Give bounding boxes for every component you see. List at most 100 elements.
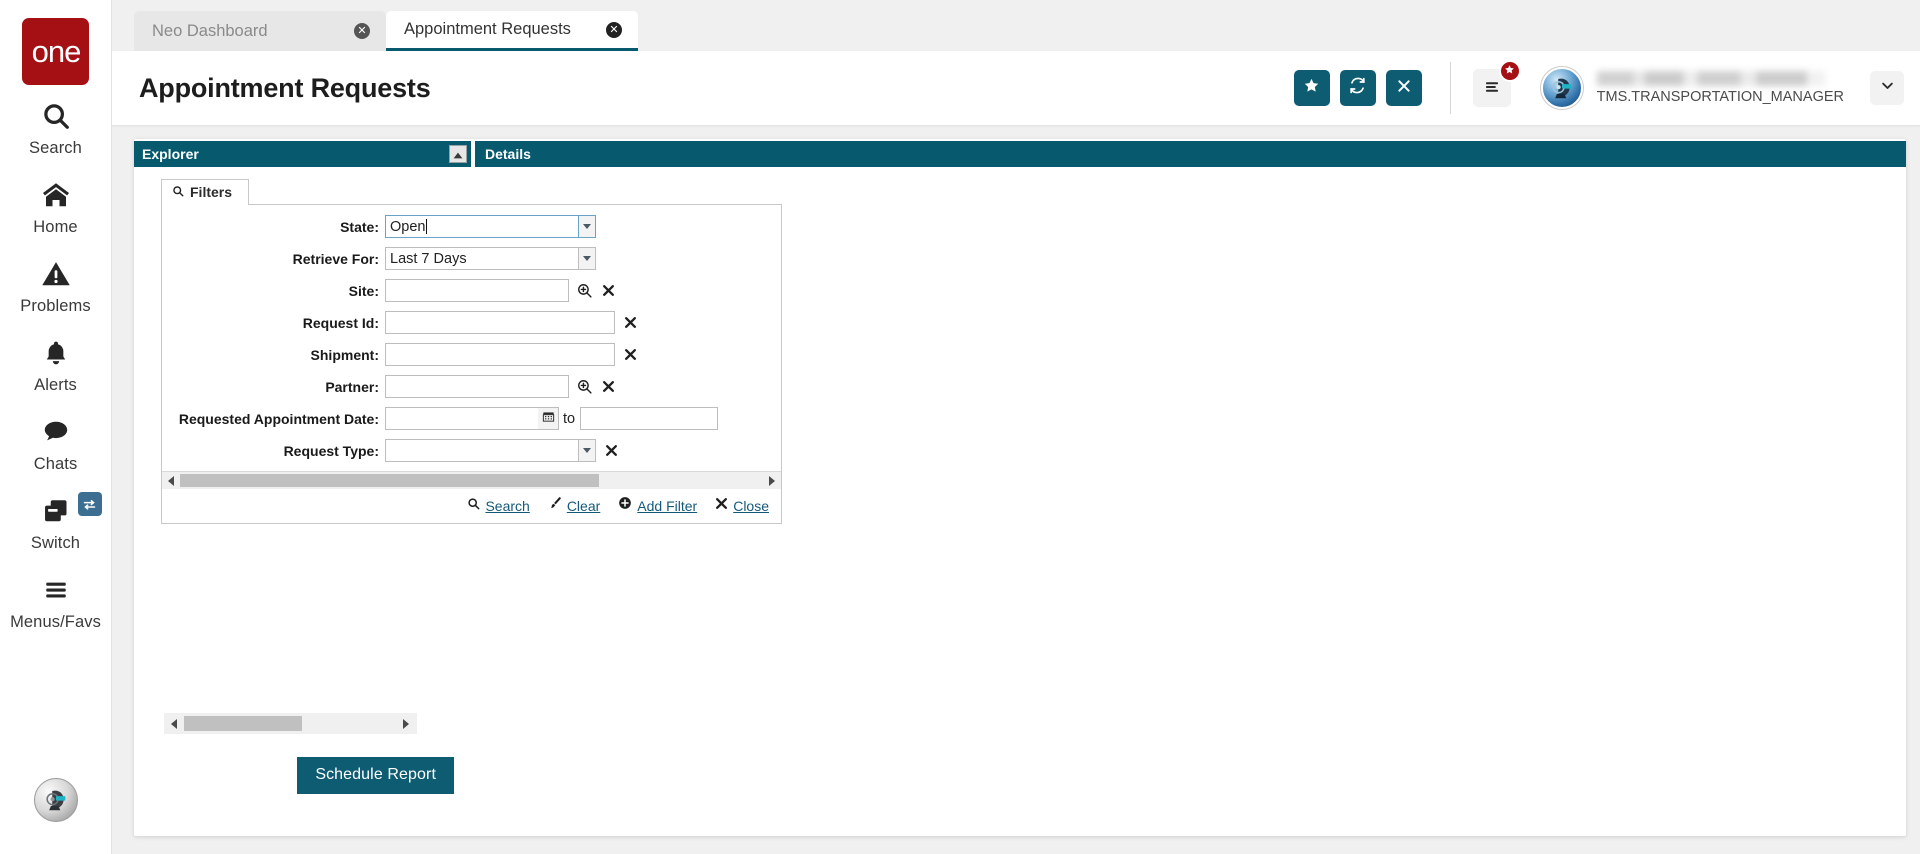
filters-area: Filters State: Open Retrieve For: Last 7… — [134, 167, 1906, 524]
close-button[interactable] — [1385, 70, 1422, 106]
rail-user-avatar[interactable] — [33, 778, 78, 822]
filter-label-site: Site: — [348, 282, 379, 299]
filter-row-request-type: Request Type: — [162, 439, 781, 462]
tab-label: Appointment Requests — [404, 20, 571, 38]
scroll-right-arrow[interactable] — [395, 718, 417, 729]
sidebar-item-menus-favs[interactable]: Menus/Favs — [0, 559, 112, 638]
sidebar-item-home[interactable]: Home — [0, 164, 112, 243]
filters-clear-label: Clear — [566, 497, 601, 514]
swap-arrows-icon[interactable] — [77, 492, 102, 516]
site-lookup-button[interactable] — [576, 282, 593, 299]
partner-input[interactable] — [385, 375, 569, 398]
one-network-logo[interactable]: one — [22, 18, 89, 85]
explorer-horizontal-scrollbar[interactable] — [164, 713, 417, 734]
sidebar-item-label: Chats — [33, 455, 78, 473]
chevron-down-icon — [583, 256, 591, 261]
sidebar-item-switch[interactable]: Switch — [0, 480, 112, 559]
retrieve-for-dropdown-toggle[interactable] — [578, 247, 596, 270]
filters-panel: State: Open Retrieve For: Last 7 Days Si… — [161, 204, 782, 524]
tab-label: Neo Dashboard — [152, 21, 268, 40]
retrieve-for-input[interactable]: Last 7 Days — [385, 247, 578, 270]
date-to-input[interactable] — [580, 407, 719, 430]
state-input[interactable]: Open — [385, 215, 578, 238]
user-text-block: TMS.TRANSPORTATION_MANAGER — [1596, 71, 1844, 105]
filters-clear-link[interactable]: Clear — [548, 496, 600, 515]
scroll-left-arrow[interactable] — [162, 472, 180, 490]
hamburger-icon — [36, 573, 76, 607]
explorer-title: Explorer — [142, 146, 199, 162]
filter-label-request-id: Request Id: — [302, 314, 379, 331]
filter-control-partner — [385, 375, 615, 398]
filters-add-filter-link[interactable]: Add Filter — [618, 496, 697, 515]
scroll-right-arrow[interactable] — [763, 472, 781, 490]
date-from-calendar-button[interactable] — [538, 407, 559, 430]
date-from-input[interactable] — [385, 407, 538, 430]
filter-row-partner: Partner: — [162, 375, 781, 398]
tab-filters[interactable]: Filters — [161, 179, 250, 205]
shipment-clear-button[interactable] — [624, 348, 637, 361]
user-company-redacted — [1596, 71, 1825, 86]
scroll-left-arrow[interactable] — [164, 718, 184, 729]
robot-head-avatar-icon — [1552, 78, 1572, 99]
filters-horizontal-scrollbar[interactable] — [162, 471, 781, 489]
refresh-button[interactable] — [1339, 70, 1376, 106]
caret-up-icon — [453, 146, 463, 162]
request-type-clear-button[interactable] — [605, 444, 618, 457]
sidebar-item-label: Menus/Favs — [10, 613, 101, 631]
filter-control-shipment — [385, 343, 637, 366]
browser-tab-strip: Neo Dashboard ✕ Appointment Requests ✕ — [112, 0, 1920, 51]
user-account-area[interactable]: TMS.TRANSPORTATION_MANAGER — [1540, 67, 1920, 109]
site-clear-button[interactable] — [602, 284, 615, 297]
search-icon — [467, 497, 480, 515]
x-icon — [715, 497, 728, 515]
main-stage: Neo Dashboard ✕ Appointment Requests ✕ A… — [112, 0, 1920, 854]
schedule-report-button[interactable]: Schedule Report — [297, 757, 454, 794]
windows-stack-icon — [36, 494, 76, 528]
filter-row-shipment: Shipment: — [162, 343, 781, 366]
filter-label-request-type: Request Type: — [283, 442, 379, 459]
request-id-input[interactable] — [385, 311, 615, 334]
request-type-dropdown-toggle[interactable] — [578, 439, 596, 462]
close-circle-icon[interactable]: ✕ — [606, 21, 622, 38]
sidebar-item-label: Search — [29, 139, 82, 157]
partner-clear-button[interactable] — [602, 380, 615, 393]
shipment-input[interactable] — [385, 343, 615, 366]
header-action-buttons — [1293, 70, 1422, 106]
scrollbar-thumb[interactable] — [180, 474, 599, 487]
sidebar-item-alerts[interactable]: Alerts — [0, 322, 112, 401]
filter-row-request-id: Request Id: — [162, 311, 781, 334]
filter-row-retrieve-for: Retrieve For: Last 7 Days — [162, 247, 781, 270]
svg-text:one: one — [31, 35, 80, 69]
close-circle-icon[interactable]: ✕ — [354, 23, 370, 39]
schedule-report-area: Schedule Report — [164, 757, 454, 794]
favorite-button[interactable] — [1293, 70, 1330, 106]
request-id-clear-button[interactable] — [624, 316, 637, 329]
tab-appointment-requests[interactable]: Appointment Requests ✕ — [386, 11, 638, 51]
request-type-input[interactable] — [385, 439, 578, 462]
sidebar-item-chats[interactable]: Chats — [0, 401, 112, 480]
request-type-select[interactable] — [385, 439, 596, 462]
user-menu-toggle[interactable] — [1870, 71, 1904, 105]
date-range-separator: to — [563, 410, 576, 427]
site-input[interactable] — [385, 279, 569, 302]
explorer-panel-header: Explorer — [134, 141, 471, 167]
header-menu-button[interactable] — [1472, 60, 1521, 107]
partner-lookup-button[interactable] — [576, 378, 593, 395]
explorer-collapse-button[interactable] — [449, 145, 467, 163]
text-caret — [426, 219, 428, 234]
filter-control-request-id — [385, 311, 637, 334]
filters-search-link[interactable]: Search — [467, 497, 530, 515]
tab-neo-dashboard[interactable]: Neo Dashboard ✕ — [134, 11, 386, 51]
details-panel-header: Details — [475, 141, 1906, 167]
sidebar-item-search[interactable]: Search — [0, 85, 112, 164]
scrollbar-thumb[interactable] — [184, 716, 302, 731]
search-icon — [172, 184, 184, 200]
sidebar-item-problems[interactable]: Problems — [0, 243, 112, 322]
filters-close-link[interactable]: Close — [715, 497, 769, 515]
x-icon — [1396, 78, 1412, 99]
state-dropdown-toggle[interactable] — [578, 215, 596, 238]
application-root: one Search Home Problems Alerts Chats Sw… — [0, 0, 1920, 854]
search-icon — [36, 99, 76, 133]
filters-add-filter-label: Add Filter — [637, 497, 698, 514]
header-divider — [1449, 62, 1451, 114]
